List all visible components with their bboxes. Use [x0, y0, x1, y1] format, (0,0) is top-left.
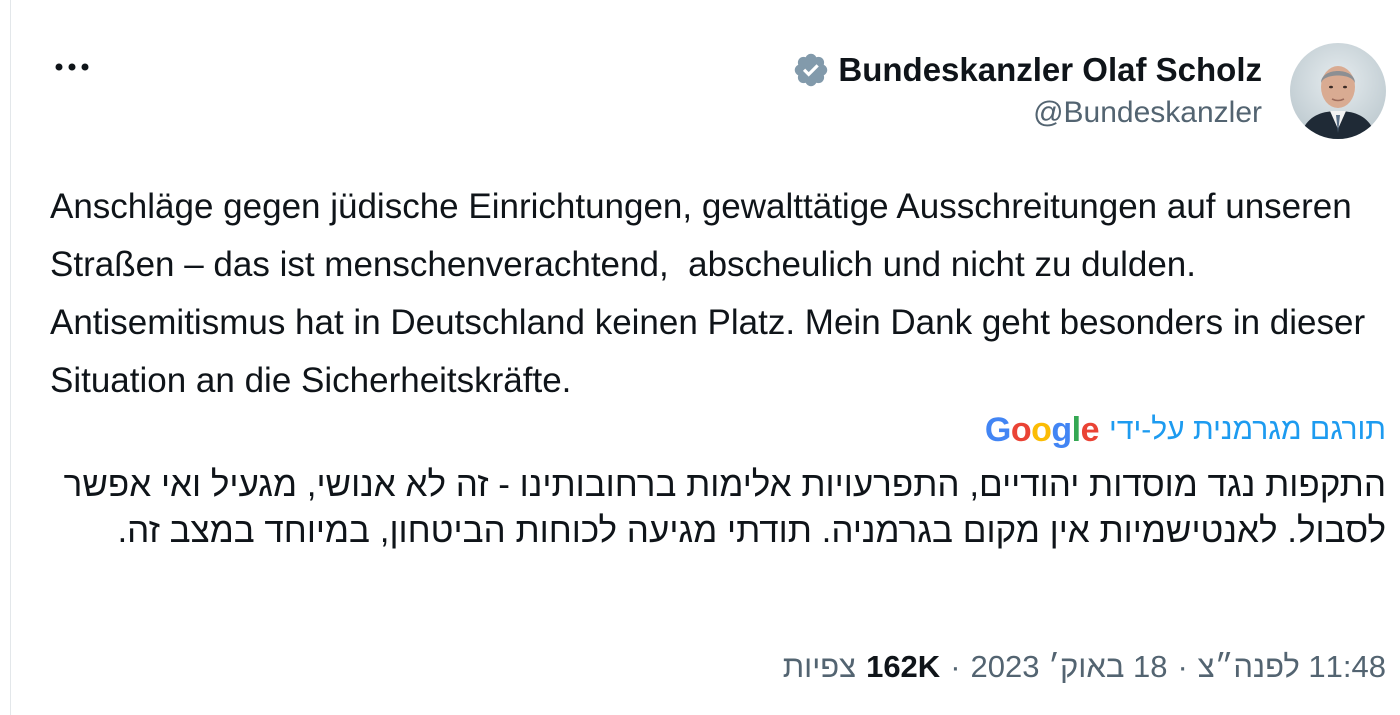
author-name-row: Bundeskanzler Olaf Scholz: [792, 48, 1262, 92]
left-border: [10, 0, 11, 715]
views-label: צפיות: [782, 649, 857, 684]
author-handle[interactable]: @Bundeskanzler: [1033, 96, 1262, 130]
tweet-meta: 11:48 לפנה״צ · 18 באוק׳ 2023 · 162K צפיו…: [783, 644, 1386, 690]
profile-photo: [1290, 43, 1386, 139]
more-options-button[interactable]: [52, 52, 92, 82]
views-count: 162K: [866, 649, 941, 684]
author-avatar[interactable]: [1290, 43, 1386, 139]
translation-attribution: תורגם מגרמנית על-ידי Google: [985, 406, 1386, 454]
verified-badge-icon: [795, 53, 828, 87]
google-logo: Google: [984, 410, 1100, 449]
meta-separator: ·: [1177, 649, 1188, 684]
tweet-date[interactable]: 18 באוק׳ 2023: [971, 649, 1168, 685]
tweet-time[interactable]: 11:48 לפנה״צ: [1198, 649, 1386, 685]
meta-separator: ·: [950, 649, 961, 684]
author-display-name[interactable]: Bundeskanzler Olaf Scholz: [838, 51, 1262, 89]
more-options-icon: [55, 63, 89, 71]
tweet-text: Anschläge gegen jüdische Einrichtungen, …: [50, 187, 1375, 400]
translated-by-label[interactable]: תורגם מגרמנית על-ידי: [1109, 413, 1386, 447]
translated-tweet-text: התקפות נגד מוסדות יהודיים, התפרעויות אלי…: [63, 465, 1386, 550]
